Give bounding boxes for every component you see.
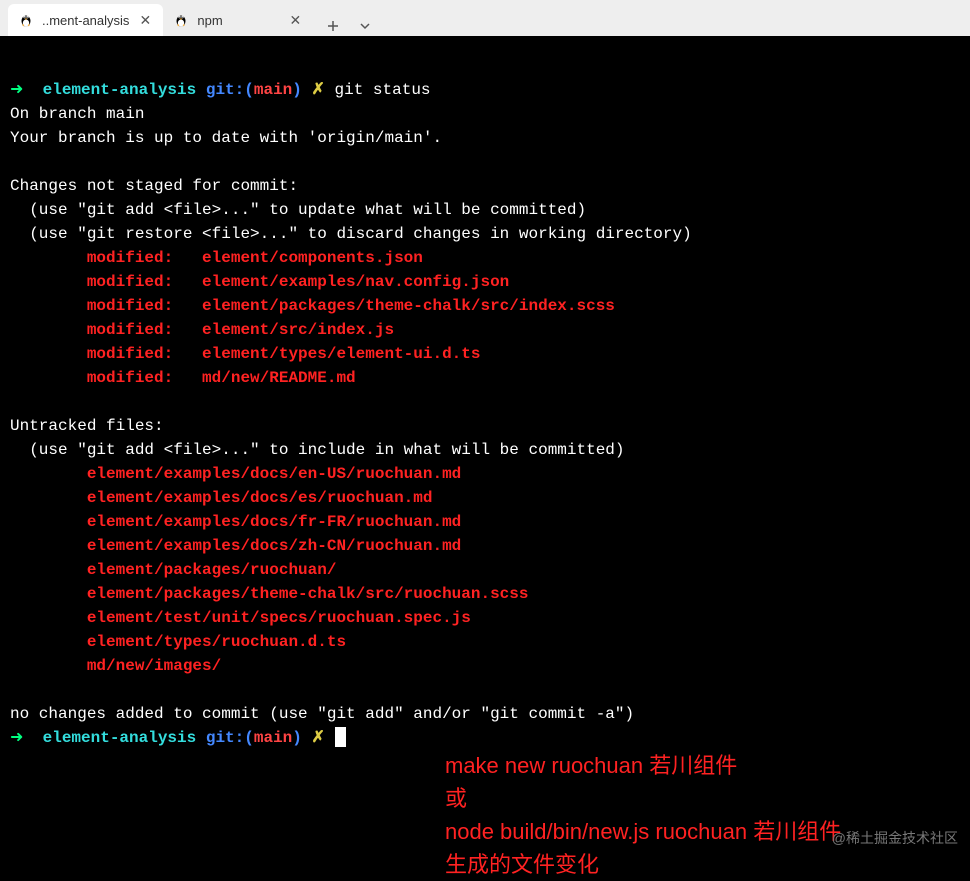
command-text: git status (335, 81, 431, 99)
output-line: Untracked files: (10, 417, 164, 435)
untracked-file: element/packages/ruochuan/ (10, 561, 336, 579)
annotation-line: make new ruochuan 若川组件 (445, 753, 737, 778)
git-label: git:( (206, 81, 254, 99)
terminal-output[interactable]: ➜ element-analysis git:(main) ✗ git stat… (0, 36, 970, 869)
output-line: Your branch is up to date with 'origin/m… (10, 129, 442, 147)
tab-title: ..ment-analysis (42, 13, 129, 28)
untracked-file: element/examples/docs/en-US/ruochuan.md (10, 465, 461, 483)
modified-file: modified: element/src/index.js (10, 321, 394, 339)
untracked-file: md/new/images/ (10, 657, 221, 675)
watermark: @稀土掘金技术社区 (832, 828, 958, 849)
prompt-dir: element-analysis (43, 81, 197, 99)
git-label: git:( (206, 729, 254, 747)
prompt-arrow: ➜ (10, 81, 23, 99)
modified-file: modified: md/new/README.md (10, 369, 356, 387)
tab-bar: ..ment-analysis ✕ npm ✕ (0, 0, 970, 36)
tux-icon (18, 12, 34, 28)
cursor (335, 727, 346, 747)
git-branch: main (254, 81, 292, 99)
output-line: On branch main (10, 105, 144, 123)
annotation-overlay: make new ruochuan 若川组件 或 node build/bin/… (445, 716, 841, 881)
dirty-indicator: ✗ (311, 729, 324, 747)
output-line: Changes not staged for commit: (10, 177, 298, 195)
untracked-file: element/packages/theme-chalk/src/ruochua… (10, 585, 528, 603)
tab-controls (313, 16, 385, 36)
dropdown-button[interactable] (355, 16, 375, 36)
output-line: (use "git add <file>..." to update what … (10, 201, 586, 219)
untracked-file: element/examples/docs/fr-FR/ruochuan.md (10, 513, 461, 531)
untracked-file: element/test/unit/specs/ruochuan.spec.js (10, 609, 471, 627)
modified-file: modified: element/types/element-ui.d.ts (10, 345, 480, 363)
tab-npm[interactable]: npm ✕ (163, 4, 313, 36)
untracked-file: element/examples/docs/es/ruochuan.md (10, 489, 432, 507)
output-line: (use "git add <file>..." to include in w… (10, 441, 625, 459)
close-icon[interactable]: ✕ (137, 12, 153, 28)
modified-file: modified: element/components.json (10, 249, 423, 267)
tab-title: npm (197, 13, 279, 28)
annotation-line: 或 (445, 786, 467, 811)
prompt-dir: element-analysis (43, 729, 197, 747)
git-label-close: ) (292, 81, 302, 99)
new-tab-button[interactable] (323, 16, 343, 36)
output-line: (use "git restore <file>..." to discard … (10, 225, 692, 243)
dirty-indicator: ✗ (311, 81, 324, 99)
annotation-line: node build/bin/new.js ruochuan 若川组件 (445, 819, 841, 844)
prompt-arrow: ➜ (10, 729, 23, 747)
git-branch: main (254, 729, 292, 747)
annotation-line: 生成的文件变化 (445, 852, 599, 877)
tab-element-analysis[interactable]: ..ment-analysis ✕ (8, 4, 163, 36)
git-label-close: ) (292, 729, 302, 747)
untracked-file: element/types/ruochuan.d.ts (10, 633, 346, 651)
modified-file: modified: element/packages/theme-chalk/s… (10, 297, 615, 315)
untracked-file: element/examples/docs/zh-CN/ruochuan.md (10, 537, 461, 555)
modified-file: modified: element/examples/nav.config.js… (10, 273, 509, 291)
tux-icon (173, 12, 189, 28)
close-icon[interactable]: ✕ (287, 12, 303, 28)
